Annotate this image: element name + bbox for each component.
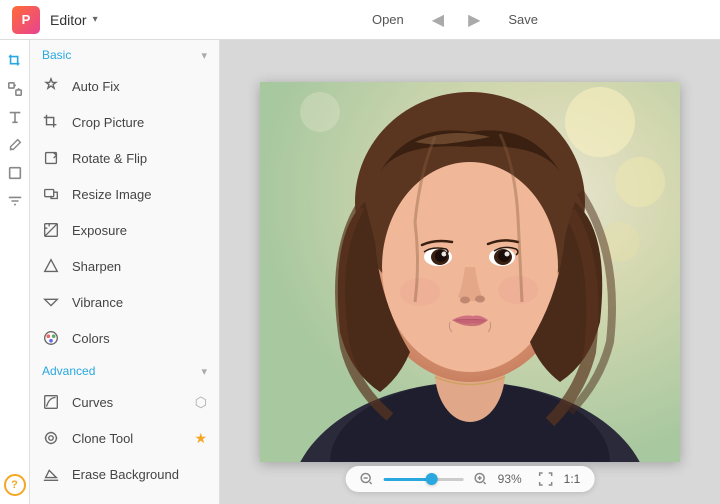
erase-bg-icon: [40, 463, 62, 485]
crop-label: Crop Picture: [72, 115, 207, 130]
auto-fix-label: Auto Fix: [72, 79, 207, 94]
photo-container: [260, 82, 680, 462]
zoom-slider-fill: [384, 478, 428, 481]
zoom-ratio: 1:1: [564, 472, 581, 486]
tools-panel: Basic ▾ Auto Fix Crop Picture: [30, 40, 220, 504]
curves-doc-badge: ⬡: [195, 394, 207, 411]
icon-strip: ?: [0, 40, 30, 504]
tool-curves[interactable]: Curves ⬡: [30, 384, 219, 420]
erase-bg-label: Erase Background: [72, 467, 207, 482]
zoom-in-button[interactable]: [474, 472, 488, 486]
tool-crop[interactable]: Crop Picture: [30, 104, 219, 140]
app-logo: P: [12, 6, 40, 34]
exposure-label: Exposure: [72, 223, 207, 238]
main-area: ? Basic ▾ Auto Fix Crop Picture: [0, 40, 720, 504]
curves-icon: [40, 391, 62, 413]
sharpen-icon: [40, 255, 62, 277]
text-tool-icon[interactable]: [2, 104, 28, 130]
basic-chevron-icon: ▾: [201, 49, 207, 62]
open-button[interactable]: Open: [364, 8, 412, 31]
curves-label: Curves: [72, 395, 185, 410]
advanced-section-label: Advanced: [42, 364, 95, 378]
bottom-bar: 93% 1:1: [346, 466, 595, 492]
zoom-slider-thumb: [426, 473, 438, 485]
rotate-icon: [40, 147, 62, 169]
vibrance-label: Vibrance: [72, 295, 207, 310]
editor-dropdown-arrow[interactable]: ▾: [93, 14, 98, 25]
tool-sharpen[interactable]: Sharpen: [30, 248, 219, 284]
help-icon[interactable]: ?: [4, 474, 26, 496]
tool-erase-bg[interactable]: Erase Background: [30, 456, 219, 492]
sharpen-label: Sharpen: [72, 259, 207, 274]
colors-icon: [40, 327, 62, 349]
transform-tool-icon[interactable]: [2, 76, 28, 102]
undo-button[interactable]: ◀: [428, 6, 448, 34]
resize-label: Resize Image: [72, 187, 207, 202]
tool-resize[interactable]: Resize Image: [30, 176, 219, 212]
exposure-icon: [40, 219, 62, 241]
vibrance-icon: [40, 291, 62, 313]
brush-tool-icon[interactable]: [2, 132, 28, 158]
zoom-slider[interactable]: [384, 478, 464, 481]
clone-star-badge: ★: [194, 430, 207, 447]
tool-clone[interactable]: Clone Tool ★: [30, 420, 219, 456]
tool-exposure[interactable]: Exposure: [30, 212, 219, 248]
portrait-image: [260, 82, 680, 462]
fit-screen-button[interactable]: [538, 471, 554, 487]
colors-label: Colors: [72, 331, 207, 346]
basic-section-header[interactable]: Basic ▾: [30, 40, 219, 68]
redo-button[interactable]: ▶: [464, 6, 484, 34]
basic-section-label: Basic: [42, 48, 71, 62]
topbar-center: Open ◀ ▶ Save: [202, 6, 708, 34]
editor-title: Editor: [50, 12, 87, 28]
zoom-out-button[interactable]: [360, 472, 374, 486]
crop-tool-icon[interactable]: [2, 48, 28, 74]
topbar: P Editor ▾ Open ◀ ▶ Save: [0, 0, 720, 40]
resize-icon: [40, 183, 62, 205]
clone-icon: [40, 427, 62, 449]
topbar-left: P Editor ▾: [12, 6, 202, 34]
auto-fix-icon: [40, 75, 62, 97]
filter-tool-icon[interactable]: [2, 188, 28, 214]
tool-colors[interactable]: Colors: [30, 320, 219, 356]
save-button[interactable]: Save: [500, 8, 546, 31]
shape-tool-icon[interactable]: [2, 160, 28, 186]
advanced-section-header[interactable]: Advanced ▾: [30, 356, 219, 384]
zoom-percentage: 93%: [498, 472, 528, 486]
rotate-label: Rotate & Flip: [72, 151, 207, 166]
crop-icon: [40, 111, 62, 133]
advanced-chevron-icon: ▾: [201, 365, 207, 378]
clone-label: Clone Tool: [72, 431, 184, 446]
canvas-area: 93% 1:1: [220, 40, 720, 504]
tool-vibrance[interactable]: Vibrance: [30, 284, 219, 320]
tool-auto-fix[interactable]: Auto Fix: [30, 68, 219, 104]
tool-rotate[interactable]: Rotate & Flip: [30, 140, 219, 176]
